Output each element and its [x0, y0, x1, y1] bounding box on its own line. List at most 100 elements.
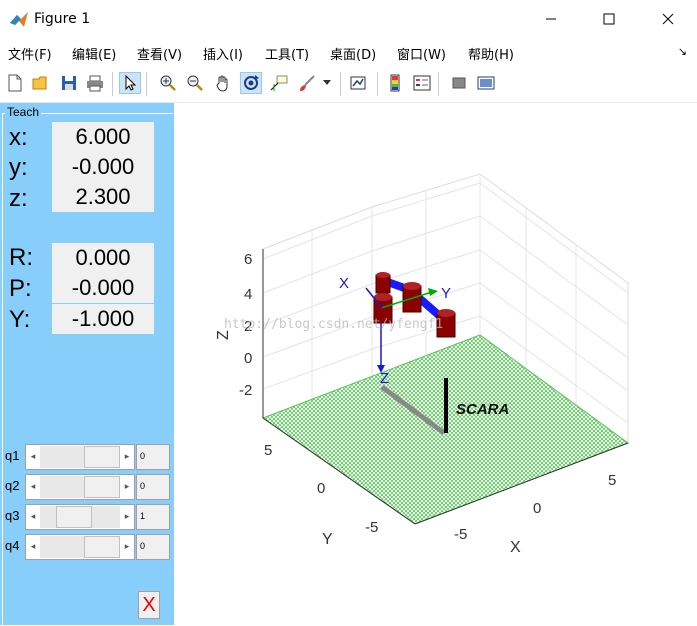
y-value: -0.000: [52, 152, 154, 182]
slider-left-arrow-icon[interactable]: ◂: [26, 505, 40, 529]
y-tick-neg5: -5: [365, 519, 378, 536]
save-button[interactable]: [58, 72, 80, 94]
new-file-icon: [8, 74, 22, 92]
toolbar-separator: [438, 72, 439, 96]
y-tick-0: 0: [317, 480, 325, 497]
data-cursor-button[interactable]: [268, 72, 290, 94]
menu-insert[interactable]: 插入(I): [203, 44, 243, 63]
link-plot-icon: [350, 76, 366, 90]
toolbar-separator: [112, 72, 113, 96]
slider-right-arrow-icon[interactable]: ▸: [120, 535, 134, 559]
brush-button[interactable]: [296, 72, 318, 94]
y-axis-label: Y: [322, 531, 333, 548]
teach-panel: Teach x: 6.000 y: -0.000 z: 2.300 R: 0.0…: [0, 103, 174, 626]
q2-label: q2: [5, 478, 20, 493]
new-file-button[interactable]: [4, 72, 26, 94]
menu-view[interactable]: 查看(V): [137, 44, 182, 63]
legend-button[interactable]: [411, 72, 433, 94]
maximize-button[interactable]: [586, 4, 632, 34]
slider-left-arrow-icon[interactable]: ◂: [26, 535, 40, 559]
teach-title: Teach: [5, 105, 42, 119]
slider-thumb[interactable]: [84, 476, 120, 498]
q2-value[interactable]: 0: [136, 474, 170, 500]
x-axis-label: X: [510, 539, 521, 556]
menu-desktop[interactable]: 桌面(D): [330, 44, 376, 63]
slider-thumb[interactable]: [84, 446, 120, 468]
x-tick-0: 0: [533, 500, 541, 517]
window-title: Figure 1: [34, 11, 91, 27]
show-plot-tools-icon: [477, 76, 495, 90]
menu-bar: 文件(F) 编辑(E) 查看(V) 插入(I) 工具(T) 桌面(D) 窗口(W…: [0, 40, 697, 66]
z-tick-6: 6: [244, 251, 252, 268]
roll-label: R:: [9, 244, 33, 271]
menu-tools[interactable]: 工具(T): [265, 44, 309, 63]
rotate-3d-icon: [244, 75, 259, 90]
show-plot-tools-button[interactable]: [475, 72, 497, 94]
slider-left-arrow-icon[interactable]: ◂: [26, 475, 40, 499]
q3-value[interactable]: 1: [136, 504, 170, 530]
print-icon: [87, 75, 103, 92]
frame-x-label: X: [339, 275, 349, 292]
frame-y-label: Y: [441, 285, 451, 302]
q2-slider[interactable]: ◂ ▸: [25, 474, 135, 500]
slider-thumb[interactable]: [56, 506, 92, 528]
q4-slider[interactable]: ◂ ▸: [25, 534, 135, 560]
pointer-icon: [125, 74, 137, 91]
legend-icon: [413, 75, 431, 91]
zoom-in-button[interactable]: [157, 72, 179, 94]
frame-z-label: Z: [380, 370, 389, 387]
zoom-in-icon: [160, 75, 176, 91]
zoom-out-button[interactable]: [184, 72, 206, 94]
maximize-icon: [603, 13, 615, 25]
x-value: 6.000: [52, 122, 154, 152]
z-tick-4: 4: [244, 286, 252, 303]
close-icon: [662, 13, 674, 25]
y-label: y:: [9, 154, 28, 181]
menu-help[interactable]: 帮助(H): [468, 44, 514, 63]
q1-slider[interactable]: ◂ ▸: [25, 444, 135, 470]
teach-close-button[interactable]: X: [138, 591, 160, 619]
rotate-3d-button[interactable]: [240, 72, 262, 94]
colorbar-button[interactable]: [384, 72, 406, 94]
robot-name-label: SCARA: [456, 401, 509, 418]
menu-window[interactable]: 窗口(W): [397, 44, 446, 63]
y-tick-5: 5: [264, 442, 272, 459]
x-tick-5: 5: [608, 472, 616, 489]
title-bar: Figure 1: [0, 0, 697, 40]
slider-right-arrow-icon[interactable]: ▸: [120, 505, 134, 529]
toolbar-separator: [377, 72, 378, 96]
pan-button[interactable]: [212, 72, 234, 94]
yaw-value: -1.000: [52, 304, 154, 334]
hide-plot-tools-button[interactable]: [448, 72, 470, 94]
menu-edit[interactable]: 编辑(E): [72, 44, 116, 63]
hide-plot-tools-icon: [452, 77, 466, 89]
pointer-button[interactable]: [119, 72, 141, 94]
brush-icon: [300, 75, 315, 91]
q3-slider[interactable]: ◂ ▸: [25, 504, 135, 530]
toolbar-separator: [146, 72, 147, 96]
open-button[interactable]: [30, 72, 52, 94]
pan-hand-icon: [216, 75, 228, 92]
pitch-label: P:: [9, 275, 32, 302]
data-cursor-icon: [270, 75, 288, 91]
open-folder-icon: [32, 76, 47, 90]
q1-value[interactable]: 0: [136, 444, 170, 470]
brush-dropdown-button[interactable]: [320, 72, 334, 94]
slider-thumb[interactable]: [84, 536, 120, 558]
slider-right-arrow-icon[interactable]: ▸: [120, 445, 134, 469]
robot-3d-plot[interactable]: 6 4 2 0 -2 5 0 -5 5 0 -5 Z Y X SCARA X Y…: [176, 103, 697, 625]
slider-left-arrow-icon[interactable]: ◂: [26, 445, 40, 469]
link-plot-button[interactable]: [347, 72, 369, 94]
print-button[interactable]: [84, 72, 106, 94]
x-label: x:: [9, 124, 28, 151]
joint-1: [375, 272, 391, 294]
minimize-button[interactable]: [528, 4, 574, 34]
z-tick-neg2: -2: [239, 382, 252, 399]
slider-right-arrow-icon[interactable]: ▸: [120, 475, 134, 499]
brush-dropdown-icon: [323, 80, 331, 85]
close-button[interactable]: [645, 4, 691, 34]
dock-arrow-icon[interactable]: ↘: [678, 45, 687, 58]
roll-value: 0.000: [52, 243, 154, 273]
q4-value[interactable]: 0: [136, 534, 170, 560]
menu-file[interactable]: 文件(F): [8, 44, 52, 63]
